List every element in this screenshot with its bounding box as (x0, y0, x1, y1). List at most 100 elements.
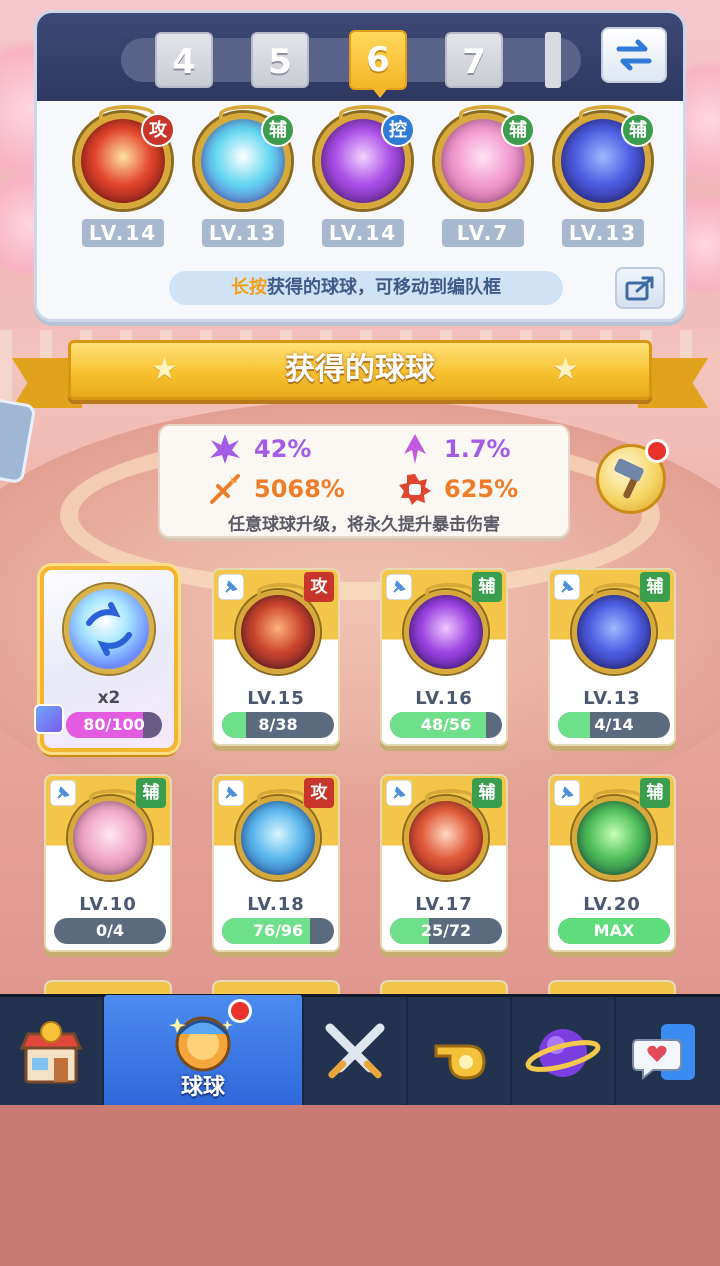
ball-count: x2 (97, 688, 121, 708)
ball-orb-icon: 攻 (75, 105, 175, 209)
arrow-up-burst-icon (404, 434, 426, 464)
ball-card[interactable]: 辅 LV.16 48/56 (380, 568, 508, 746)
card-progress-bar: 0/4 (54, 918, 166, 944)
ball-card[interactable]: 辅 LV.13 4/14 (548, 568, 676, 746)
ball-orb-icon (404, 583, 488, 674)
role-badge: 辅 (472, 572, 502, 602)
card-level: LV.16 (415, 688, 473, 709)
swap-arrows-icon (616, 39, 652, 71)
shop-icon (19, 1021, 83, 1084)
nav-battle[interactable] (304, 997, 408, 1105)
stat-crit-rate: 42% (208, 432, 311, 466)
bottom-empty-area (0, 1105, 720, 1266)
role-badge: 辅 (640, 778, 670, 808)
ball-orb-icon (572, 789, 656, 880)
upgrade-hammer-button[interactable] (596, 439, 669, 514)
pin-icon[interactable] (554, 780, 580, 806)
ball-card[interactable]: 辅 LV.17 25/72 (380, 774, 508, 952)
nav-shop[interactable] (0, 997, 104, 1105)
ball-orb-icon: 辅 (555, 105, 655, 209)
team-tab-7[interactable]: 7 (445, 32, 503, 88)
ball-orb-icon (236, 789, 320, 880)
ball-card[interactable]: 辅 LV.20 MAX (548, 774, 676, 952)
card-level: LV.15 (247, 688, 305, 709)
long-press-hint: 长按获得的球球，可移动到编队框 (169, 271, 563, 305)
team-slot-4[interactable]: 辅 LV.7 (431, 105, 535, 247)
pin-icon[interactable] (218, 574, 244, 600)
slot-level: LV.7 (442, 219, 524, 247)
share-icon (625, 276, 654, 301)
role-badge: 辅 (261, 113, 295, 147)
progress-text: MAX (593, 921, 635, 940)
role-badge: 辅 (640, 572, 670, 602)
stat-note: 任意球球升级，将永久提升暴击伤害 (228, 515, 500, 535)
ball-orb-icon (68, 789, 152, 880)
team-tab-6[interactable]: 6 (349, 30, 407, 98)
team-slot-3[interactable]: 控 LV.14 (311, 105, 415, 247)
special-ball-card[interactable]: x2 80/100 (34, 566, 178, 752)
nav-label: 球球 (180, 1075, 225, 1100)
progress-text: 8/38 (258, 715, 298, 734)
progress-text: 4/14 (594, 715, 634, 734)
stat-value: 5068% (254, 475, 345, 503)
ball-card[interactable]: 辅 LV.10 0/4 (44, 774, 172, 952)
ball-card[interactable]: 攻 LV.18 76/96 (212, 774, 340, 952)
swap-team-button[interactable] (601, 27, 667, 83)
team-tab-partial[interactable] (545, 32, 561, 88)
role-badge: 辅 (136, 778, 166, 808)
ball-orb-icon (236, 583, 320, 674)
section-title: 获得的球球 (285, 352, 435, 387)
card-level: LV.13 (583, 688, 641, 709)
chat-heart-icon (632, 1024, 695, 1081)
ball-orb-icon (572, 583, 656, 674)
team-slot-2[interactable]: 辅 LV.13 (191, 105, 295, 247)
team-tab-5[interactable]: 5 (251, 32, 309, 88)
card-level: LV.10 (79, 894, 137, 915)
team-slot-1[interactable]: 攻 LV.14 (71, 105, 175, 247)
team-slot-5[interactable]: 辅 LV.13 (551, 105, 655, 247)
star-icon: ★ (151, 352, 178, 387)
ball-orb-icon: 控 (315, 105, 415, 209)
team-tab-4[interactable]: 4 (155, 32, 213, 88)
stat-value: 42% (254, 435, 312, 463)
fist-burst-icon (399, 474, 431, 505)
notification-dot (228, 999, 252, 1023)
whistle-icon (434, 1044, 486, 1080)
ball-orb-icon (404, 789, 488, 880)
nav-balls[interactable]: 球球 (104, 995, 304, 1105)
card-progress-bar: 4/14 (558, 712, 670, 738)
crit-burst-icon (210, 434, 240, 464)
share-button[interactable] (615, 267, 665, 309)
stat-damage-boost: 625% (398, 472, 518, 506)
slot-level: LV.13 (562, 219, 644, 247)
swap-ball-arrows-icon (86, 602, 132, 656)
puzzle-piece-icon (34, 704, 64, 734)
pin-icon[interactable] (554, 574, 580, 600)
team-header: 4 5 6 7 (37, 13, 683, 101)
section-title-banner: ★ 获得的球球 ★ (68, 340, 652, 400)
notification-dot (645, 439, 669, 463)
stat-value: 625% (444, 475, 519, 503)
nav-whistle[interactable] (408, 997, 512, 1105)
pin-icon[interactable] (386, 780, 412, 806)
planet-icon (525, 1029, 601, 1077)
card-progress-bar: 48/56 (390, 712, 502, 738)
card-level: LV.20 (583, 894, 641, 915)
nav-planet[interactable] (512, 997, 616, 1105)
role-badge: 辅 (501, 113, 535, 147)
swap-ball-icon (64, 584, 154, 674)
card-level: LV.17 (415, 894, 473, 915)
role-badge: 辅 (621, 113, 655, 147)
progress-text: 0/4 (95, 921, 125, 940)
slot-level: LV.14 (322, 219, 404, 247)
pin-icon[interactable] (386, 574, 412, 600)
stat-crit-damage: 5068% (208, 472, 345, 506)
pin-icon[interactable] (218, 780, 244, 806)
hint-text: 获得的球球，可移动到编队框 (267, 277, 501, 298)
stat-value: 1.7% (444, 435, 511, 463)
nav-chat[interactable] (616, 997, 720, 1105)
pin-icon[interactable] (50, 780, 76, 806)
card-level: LV.18 (247, 894, 305, 915)
ball-card[interactable]: 攻 LV.15 8/38 (212, 568, 340, 746)
card-progress-bar: MAX (558, 918, 670, 944)
